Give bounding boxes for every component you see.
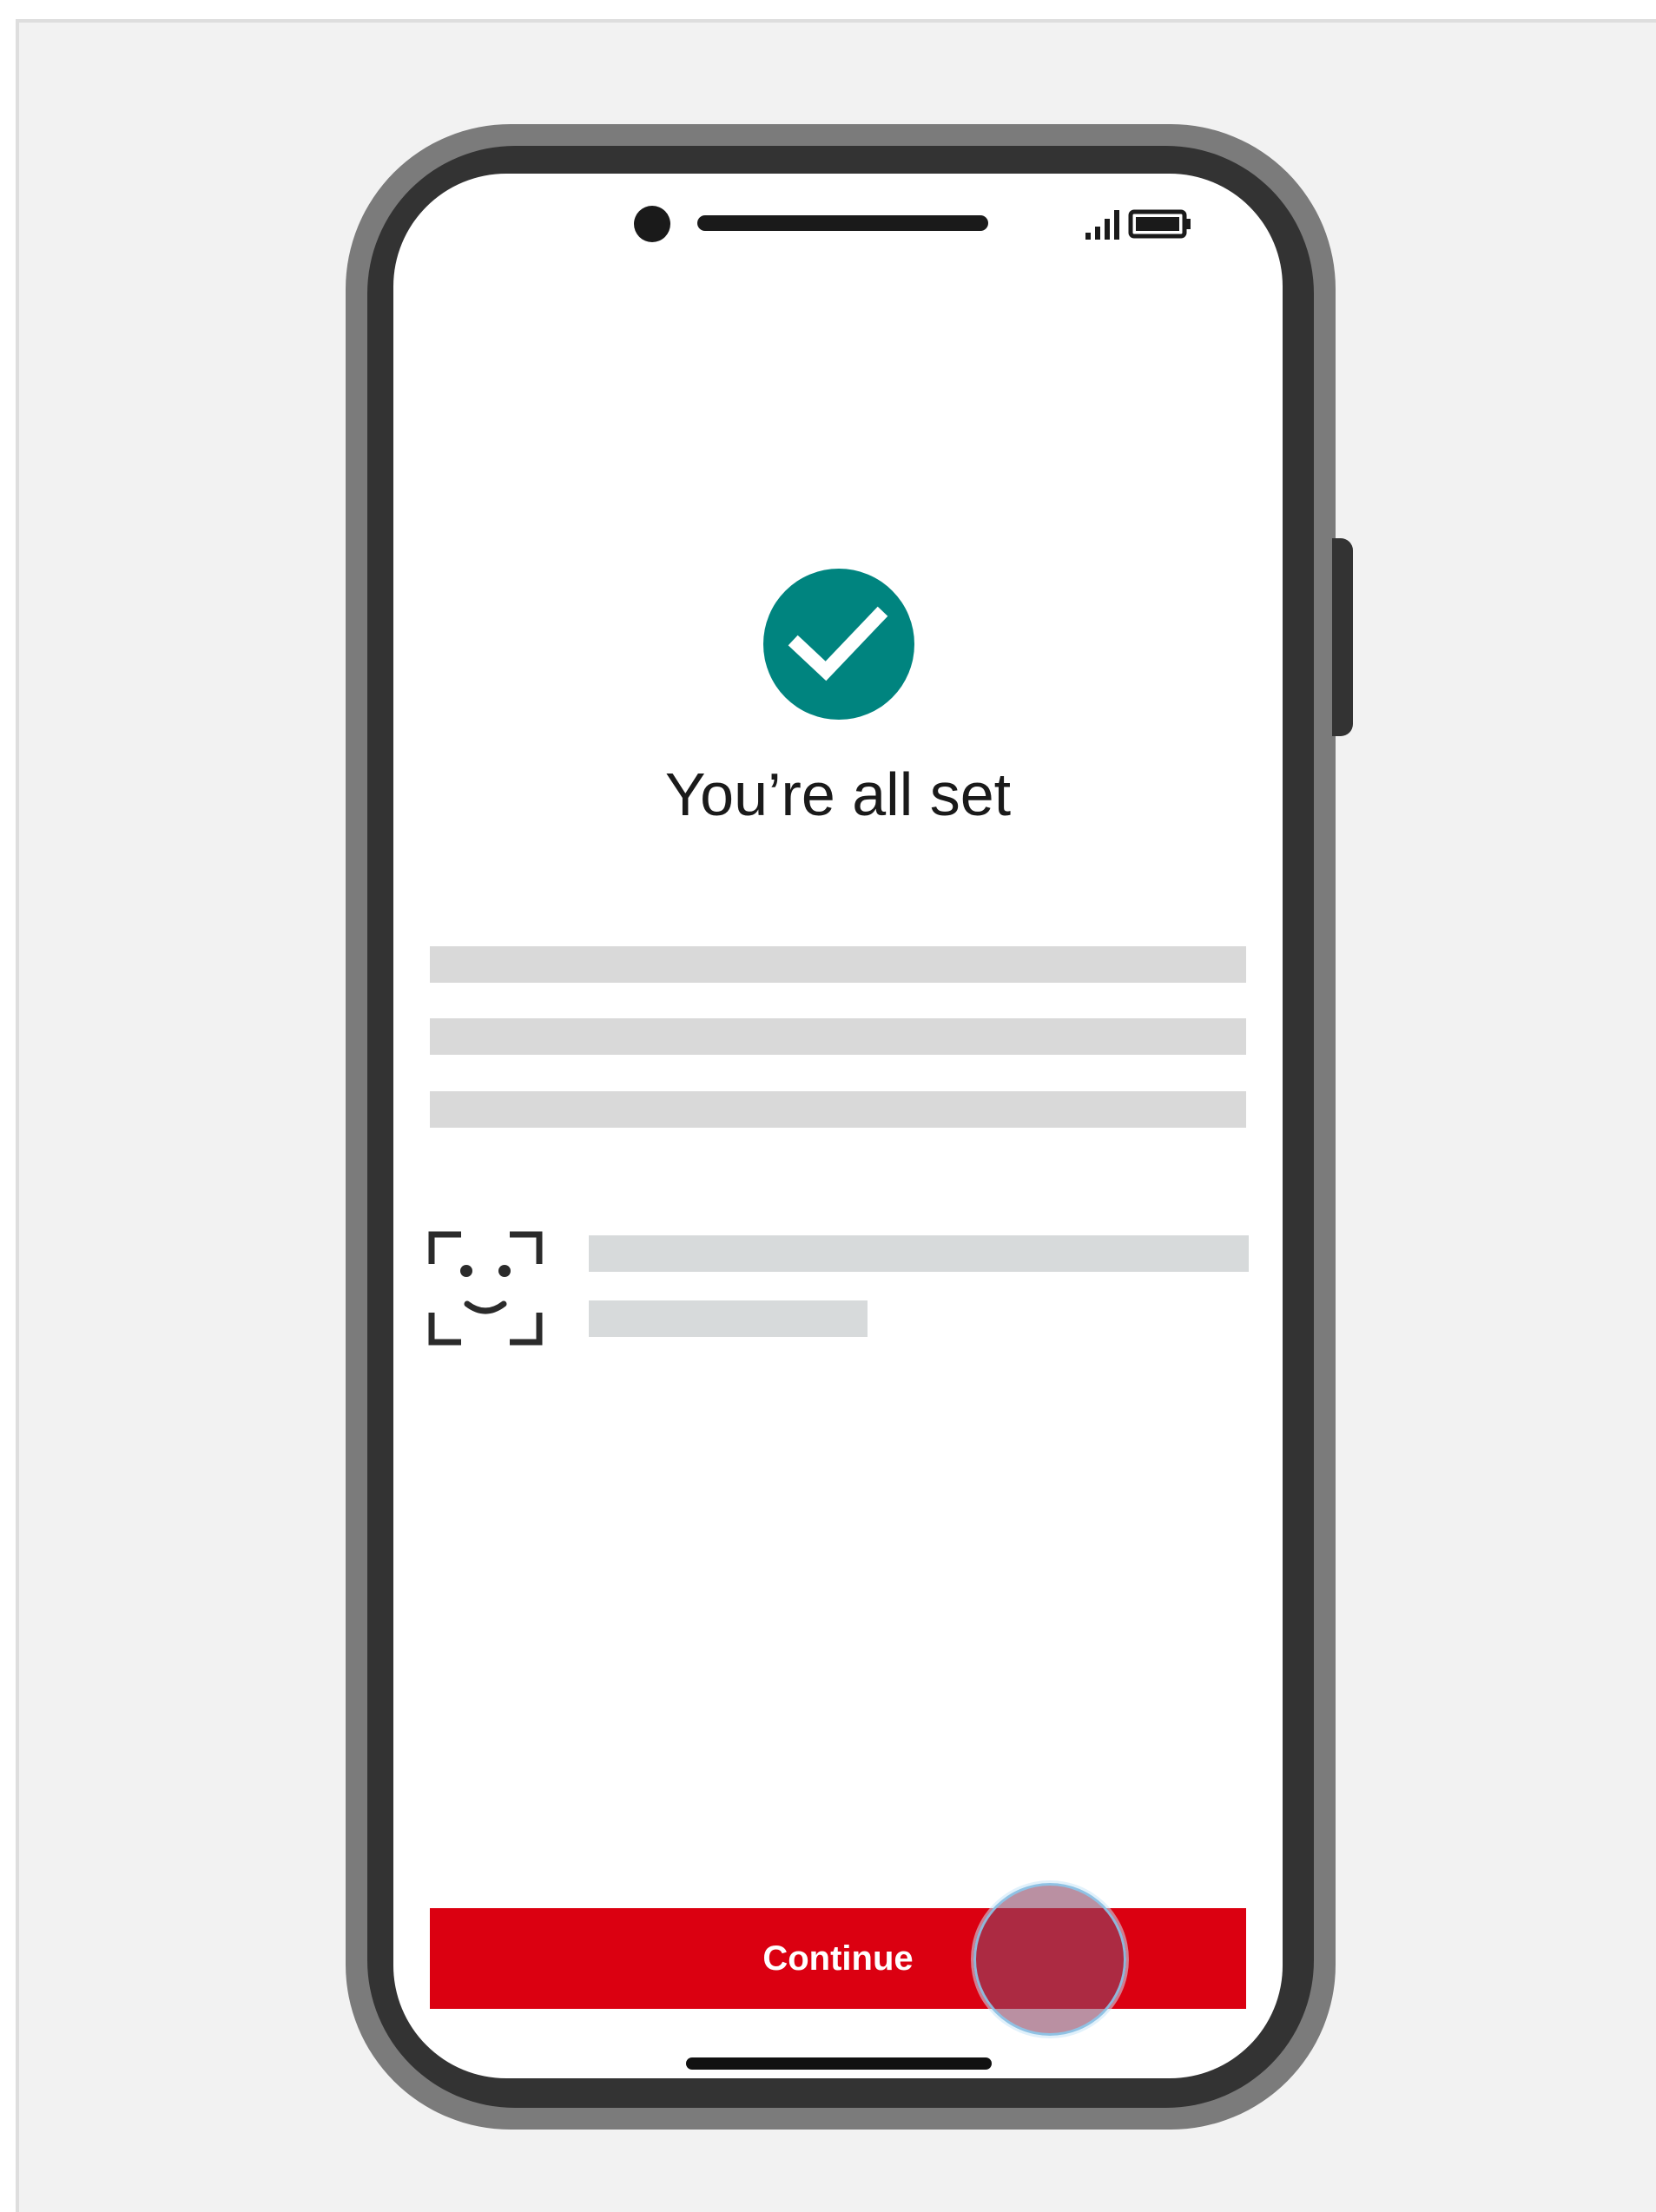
tap-indicator [973,1883,1126,2036]
face-id-icon [428,1231,543,1346]
status-bar-icons [1085,209,1191,240]
check-circle-icon [763,569,914,720]
signal-icon [1085,210,1119,240]
battery-icon [1128,209,1191,239]
text-placeholder-line [430,946,1246,983]
phone-screen: You’re all set Continue [393,174,1283,2078]
speaker-grille [697,215,988,231]
text-placeholder-line [589,1235,1249,1272]
text-placeholder-line [430,1018,1246,1055]
text-placeholder-line [589,1300,868,1337]
camera-icon [634,206,670,242]
text-placeholder-line [430,1091,1246,1128]
page-title: You’re all set [664,760,1012,828]
home-indicator [686,2057,992,2070]
phone-side-button [1332,538,1353,736]
